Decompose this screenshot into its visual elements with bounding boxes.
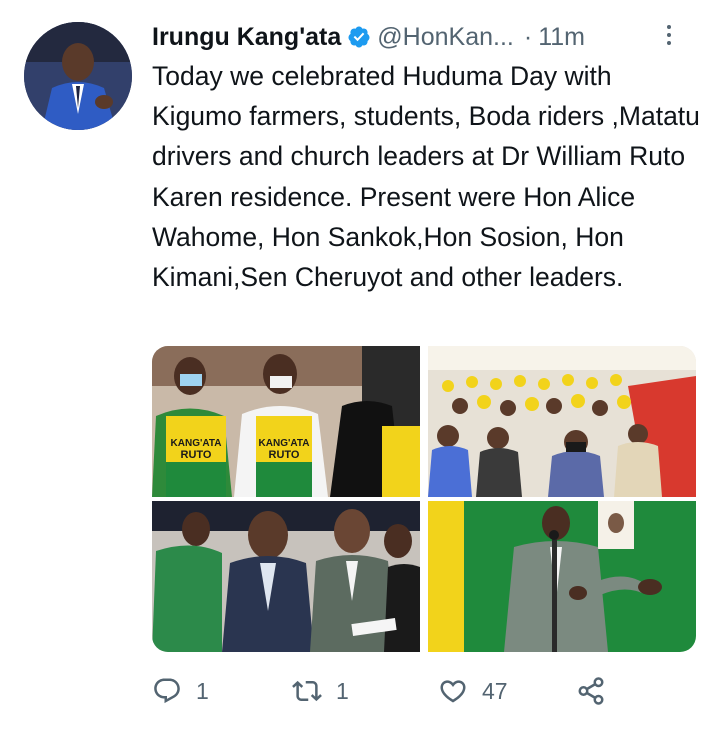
photo-man-speaking[interactable] [428,501,696,652]
tweet-header: Irungu Kang'ata @HonKan... · 11m [152,20,692,54]
share-icon [578,677,604,705]
tweet-text: Today we celebrated Huduma Day with Kigu… [152,61,700,293]
like-button[interactable]: 47 [438,670,508,712]
photo-women-in-yellow-aprons[interactable]: KANG'ATA RUTO KANG'ATA RUTO [152,346,420,497]
media-grid: KANG'ATA RUTO KANG'ATA RUTO [152,346,696,652]
share-button[interactable] [576,670,620,712]
like-count: 47 [482,677,508,704]
verified-badge-icon [348,26,370,48]
more-options-icon[interactable] [664,20,674,50]
retweet-icon [292,680,322,702]
apron-text-4: RUTO [269,449,300,461]
apron-text-2: RUTO [181,449,212,461]
photo-seated-crowd[interactable] [428,346,696,497]
action-bar: 1 1 47 [152,670,632,712]
retweet-count: 1 [336,677,349,704]
timestamp[interactable]: 11m [538,23,585,52]
reply-count: 1 [196,677,209,704]
reply-icon [154,678,180,704]
heart-icon [440,680,466,703]
author-handle[interactable]: @HonKan... [377,23,514,52]
author-name[interactable]: Irungu Kang'ata [152,23,341,52]
apron-text-1: KANG'ATA [171,438,222,449]
avatar[interactable] [24,22,132,130]
reply-button[interactable]: 1 [152,670,209,712]
separator-dot: · [523,22,533,51]
photo-ruto-seated[interactable] [152,501,420,652]
retweet-button[interactable]: 1 [292,670,349,712]
apron-text-3: KANG'ATA [259,438,310,449]
